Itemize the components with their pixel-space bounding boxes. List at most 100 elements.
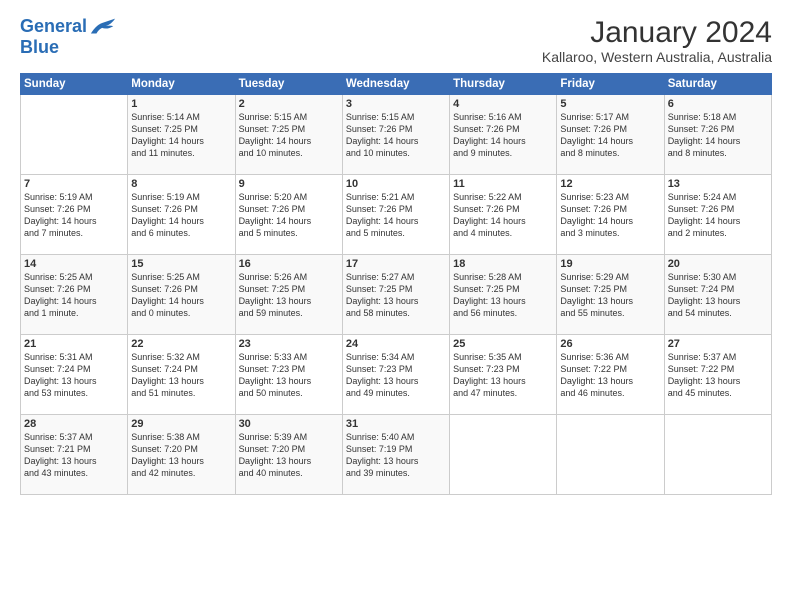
day-number: 2 [239, 98, 339, 110]
calendar-cell: 13Sunrise: 5:24 AMSunset: 7:26 PMDayligh… [664, 175, 771, 255]
calendar-cell [557, 415, 664, 495]
calendar-cell: 26Sunrise: 5:36 AMSunset: 7:22 PMDayligh… [557, 335, 664, 415]
calendar-cell: 25Sunrise: 5:35 AMSunset: 7:23 PMDayligh… [450, 335, 557, 415]
calendar-cell: 22Sunrise: 5:32 AMSunset: 7:24 PMDayligh… [128, 335, 235, 415]
day-number: 5 [560, 98, 660, 110]
cell-content: Sunrise: 5:28 AMSunset: 7:25 PMDaylight:… [453, 271, 553, 320]
header-saturday: Saturday [664, 74, 771, 95]
cell-content: Sunrise: 5:22 AMSunset: 7:26 PMDaylight:… [453, 191, 553, 240]
calendar-cell: 2Sunrise: 5:15 AMSunset: 7:25 PMDaylight… [235, 95, 342, 175]
cell-content: Sunrise: 5:19 AMSunset: 7:26 PMDaylight:… [131, 191, 231, 240]
day-number: 8 [131, 178, 231, 190]
day-number: 3 [346, 98, 446, 110]
day-number: 19 [560, 258, 660, 270]
calendar-cell: 18Sunrise: 5:28 AMSunset: 7:25 PMDayligh… [450, 255, 557, 335]
calendar-cell: 12Sunrise: 5:23 AMSunset: 7:26 PMDayligh… [557, 175, 664, 255]
header-thursday: Thursday [450, 74, 557, 95]
calendar-table: Sunday Monday Tuesday Wednesday Thursday… [20, 73, 772, 495]
day-number: 25 [453, 338, 553, 350]
day-number: 21 [24, 338, 124, 350]
calendar-cell: 31Sunrise: 5:40 AMSunset: 7:19 PMDayligh… [342, 415, 449, 495]
cell-content: Sunrise: 5:15 AMSunset: 7:25 PMDaylight:… [239, 111, 339, 160]
day-number: 26 [560, 338, 660, 350]
day-number: 27 [668, 338, 768, 350]
calendar-cell: 16Sunrise: 5:26 AMSunset: 7:25 PMDayligh… [235, 255, 342, 335]
day-number: 11 [453, 178, 553, 190]
day-number: 15 [131, 258, 231, 270]
cell-content: Sunrise: 5:18 AMSunset: 7:26 PMDaylight:… [668, 111, 768, 160]
page-header: GeneralBlue January 2024 Kallaroo, Weste… [20, 16, 772, 65]
cell-content: Sunrise: 5:32 AMSunset: 7:24 PMDaylight:… [131, 351, 231, 400]
cell-content: Sunrise: 5:31 AMSunset: 7:24 PMDaylight:… [24, 351, 124, 400]
day-number: 22 [131, 338, 231, 350]
day-number: 18 [453, 258, 553, 270]
calendar-cell: 15Sunrise: 5:25 AMSunset: 7:26 PMDayligh… [128, 255, 235, 335]
header-wednesday: Wednesday [342, 74, 449, 95]
logo: GeneralBlue [20, 16, 117, 58]
calendar-header-row: Sunday Monday Tuesday Wednesday Thursday… [21, 74, 772, 95]
header-monday: Monday [128, 74, 235, 95]
day-number: 13 [668, 178, 768, 190]
cell-content: Sunrise: 5:14 AMSunset: 7:25 PMDaylight:… [131, 111, 231, 160]
day-number: 1 [131, 98, 231, 110]
calendar-cell: 1Sunrise: 5:14 AMSunset: 7:25 PMDaylight… [128, 95, 235, 175]
calendar-cell [664, 415, 771, 495]
day-number: 17 [346, 258, 446, 270]
calendar-week-row: 7Sunrise: 5:19 AMSunset: 7:26 PMDaylight… [21, 175, 772, 255]
cell-content: Sunrise: 5:39 AMSunset: 7:20 PMDaylight:… [239, 431, 339, 480]
calendar-cell: 11Sunrise: 5:22 AMSunset: 7:26 PMDayligh… [450, 175, 557, 255]
cell-content: Sunrise: 5:25 AMSunset: 7:26 PMDaylight:… [24, 271, 124, 320]
day-number: 4 [453, 98, 553, 110]
calendar-cell: 20Sunrise: 5:30 AMSunset: 7:24 PMDayligh… [664, 255, 771, 335]
calendar-cell: 6Sunrise: 5:18 AMSunset: 7:26 PMDaylight… [664, 95, 771, 175]
day-number: 30 [239, 418, 339, 430]
calendar-cell: 4Sunrise: 5:16 AMSunset: 7:26 PMDaylight… [450, 95, 557, 175]
cell-content: Sunrise: 5:24 AMSunset: 7:26 PMDaylight:… [668, 191, 768, 240]
cell-content: Sunrise: 5:33 AMSunset: 7:23 PMDaylight:… [239, 351, 339, 400]
header-sunday: Sunday [21, 74, 128, 95]
calendar-cell: 24Sunrise: 5:34 AMSunset: 7:23 PMDayligh… [342, 335, 449, 415]
calendar-cell: 27Sunrise: 5:37 AMSunset: 7:22 PMDayligh… [664, 335, 771, 415]
calendar-cell [450, 415, 557, 495]
calendar-cell: 5Sunrise: 5:17 AMSunset: 7:26 PMDaylight… [557, 95, 664, 175]
calendar-cell: 23Sunrise: 5:33 AMSunset: 7:23 PMDayligh… [235, 335, 342, 415]
cell-content: Sunrise: 5:17 AMSunset: 7:26 PMDaylight:… [560, 111, 660, 160]
calendar-cell [21, 95, 128, 175]
day-number: 16 [239, 258, 339, 270]
cell-content: Sunrise: 5:38 AMSunset: 7:20 PMDaylight:… [131, 431, 231, 480]
calendar-cell: 3Sunrise: 5:15 AMSunset: 7:26 PMDaylight… [342, 95, 449, 175]
calendar-cell: 29Sunrise: 5:38 AMSunset: 7:20 PMDayligh… [128, 415, 235, 495]
day-number: 7 [24, 178, 124, 190]
calendar-week-row: 21Sunrise: 5:31 AMSunset: 7:24 PMDayligh… [21, 335, 772, 415]
calendar-week-row: 1Sunrise: 5:14 AMSunset: 7:25 PMDaylight… [21, 95, 772, 175]
cell-content: Sunrise: 5:40 AMSunset: 7:19 PMDaylight:… [346, 431, 446, 480]
calendar-cell: 14Sunrise: 5:25 AMSunset: 7:26 PMDayligh… [21, 255, 128, 335]
main-title: January 2024 [542, 16, 772, 49]
cell-content: Sunrise: 5:37 AMSunset: 7:21 PMDaylight:… [24, 431, 124, 480]
calendar-cell: 21Sunrise: 5:31 AMSunset: 7:24 PMDayligh… [21, 335, 128, 415]
cell-content: Sunrise: 5:19 AMSunset: 7:26 PMDaylight:… [24, 191, 124, 240]
cell-content: Sunrise: 5:20 AMSunset: 7:26 PMDaylight:… [239, 191, 339, 240]
header-friday: Friday [557, 74, 664, 95]
calendar-cell: 10Sunrise: 5:21 AMSunset: 7:26 PMDayligh… [342, 175, 449, 255]
calendar-week-row: 28Sunrise: 5:37 AMSunset: 7:21 PMDayligh… [21, 415, 772, 495]
calendar-week-row: 14Sunrise: 5:25 AMSunset: 7:26 PMDayligh… [21, 255, 772, 335]
calendar-cell: 9Sunrise: 5:20 AMSunset: 7:26 PMDaylight… [235, 175, 342, 255]
header-tuesday: Tuesday [235, 74, 342, 95]
day-number: 23 [239, 338, 339, 350]
cell-content: Sunrise: 5:23 AMSunset: 7:26 PMDaylight:… [560, 191, 660, 240]
day-number: 20 [668, 258, 768, 270]
title-block: January 2024 Kallaroo, Western Australia… [542, 16, 772, 65]
logo-text: GeneralBlue [20, 16, 117, 58]
calendar-cell: 8Sunrise: 5:19 AMSunset: 7:26 PMDaylight… [128, 175, 235, 255]
calendar-cell: 19Sunrise: 5:29 AMSunset: 7:25 PMDayligh… [557, 255, 664, 335]
calendar-cell: 17Sunrise: 5:27 AMSunset: 7:25 PMDayligh… [342, 255, 449, 335]
cell-content: Sunrise: 5:29 AMSunset: 7:25 PMDaylight:… [560, 271, 660, 320]
day-number: 28 [24, 418, 124, 430]
day-number: 24 [346, 338, 446, 350]
day-number: 14 [24, 258, 124, 270]
calendar-cell: 28Sunrise: 5:37 AMSunset: 7:21 PMDayligh… [21, 415, 128, 495]
cell-content: Sunrise: 5:15 AMSunset: 7:26 PMDaylight:… [346, 111, 446, 160]
day-number: 29 [131, 418, 231, 430]
cell-content: Sunrise: 5:30 AMSunset: 7:24 PMDaylight:… [668, 271, 768, 320]
